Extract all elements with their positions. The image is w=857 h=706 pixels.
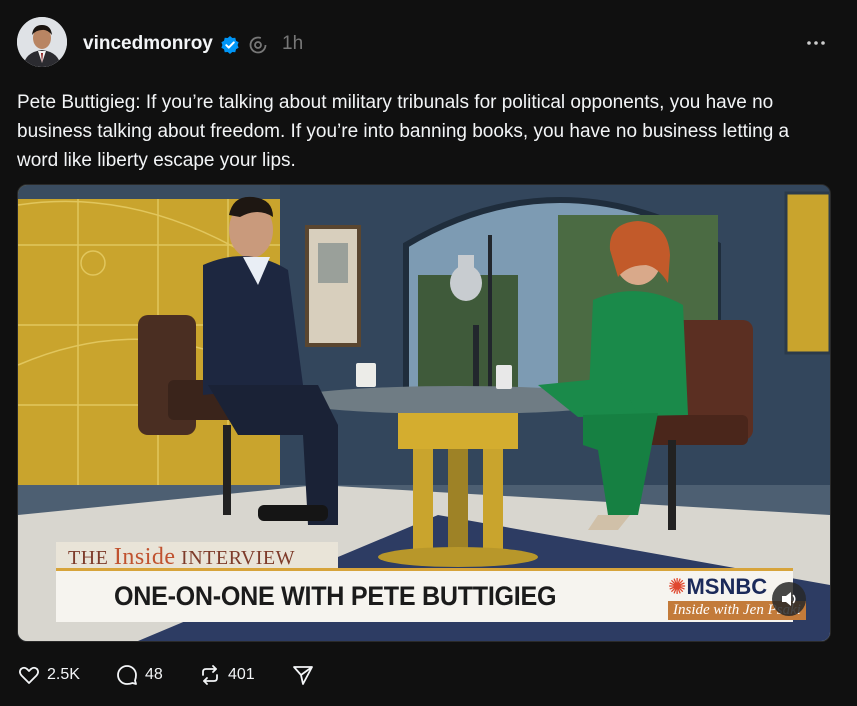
avatar[interactable] bbox=[17, 17, 67, 67]
username[interactable]: vincedmonroy bbox=[83, 32, 213, 56]
network-name: MSNBC bbox=[686, 574, 768, 599]
post-text: Pete Buttigieg: If you’re talking about … bbox=[17, 92, 790, 171]
post-actions: 2.5K 48 401 bbox=[17, 662, 417, 688]
reply-count: 48 bbox=[145, 666, 163, 683]
reply-button[interactable]: 48 bbox=[115, 662, 163, 688]
lower-third: ONE-ON-ONE WITH PETE BUTTIGIEG ✺MSNBC In… bbox=[56, 568, 806, 622]
banner-label: THE Inside INTERVIEW bbox=[56, 542, 338, 571]
banner-inside: Inside bbox=[113, 544, 176, 570]
post-time: 1h bbox=[282, 33, 304, 54]
network-logo: ✺MSNBC bbox=[668, 574, 767, 600]
heart-icon bbox=[18, 666, 40, 684]
mute-button[interactable] bbox=[772, 582, 806, 616]
banner-title: ONE-ON-ONE WITH PETE BUTTIGIEG bbox=[114, 581, 557, 611]
peacock-icon: ✺ bbox=[668, 574, 687, 599]
like-button[interactable]: 2.5K bbox=[17, 662, 80, 688]
more-icon[interactable] bbox=[803, 34, 829, 52]
speaker-icon bbox=[782, 592, 796, 606]
repost-icon bbox=[202, 665, 218, 685]
threads-circle-icon bbox=[249, 36, 267, 54]
share-button[interactable] bbox=[291, 662, 315, 688]
repost-button[interactable]: 401 bbox=[198, 662, 255, 688]
verified-badge-icon bbox=[221, 36, 239, 54]
repost-count: 401 bbox=[228, 666, 255, 683]
comment-icon bbox=[117, 665, 137, 685]
like-count: 2.5K bbox=[47, 666, 80, 683]
banner-suffix: INTERVIEW bbox=[175, 547, 296, 569]
share-icon bbox=[293, 666, 313, 685]
video-player[interactable]: THE Inside INTERVIEW ONE-ON-ONE WITH PET… bbox=[17, 184, 831, 642]
banner-prefix: THE bbox=[68, 547, 114, 569]
